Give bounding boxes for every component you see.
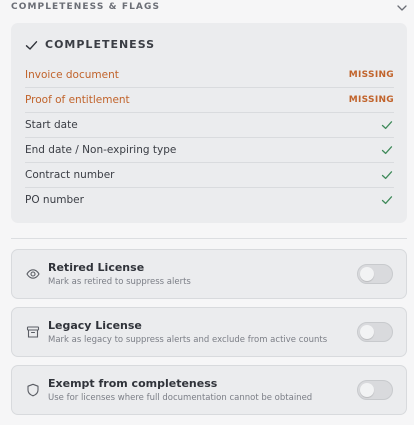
completeness-header: COMPLETENESS xyxy=(25,38,325,54)
row-label: Proof of entitlement xyxy=(25,94,130,106)
row-label: PO number xyxy=(25,194,84,206)
row-label: Contract number xyxy=(25,169,115,181)
row-label: End date / Non-expiring type xyxy=(25,144,177,156)
check-icon xyxy=(381,196,393,205)
completeness-row-contract-number: Contract number xyxy=(25,163,394,188)
completeness-row-end-date: End date / Non-expiring type xyxy=(25,138,394,163)
flag-description: Use for licenses where full documentatio… xyxy=(48,393,313,403)
toggle-knob xyxy=(360,267,374,281)
flag-exempt-from-completeness: Exempt from completeness Use for license… xyxy=(11,365,407,415)
completeness-title: COMPLETENESS xyxy=(45,38,156,51)
chevron-down-icon[interactable] xyxy=(396,2,408,14)
missing-badge: MISSING xyxy=(348,95,394,105)
completeness-row-proof-of-entitlement: Proof of entitlement MISSING xyxy=(25,88,394,113)
section-title: COMPLETENESS & FLAGS xyxy=(11,2,161,12)
check-icon xyxy=(381,146,393,155)
check-icon xyxy=(381,171,393,180)
legacy-license-toggle[interactable] xyxy=(357,322,393,342)
exempt-from-completeness-toggle[interactable] xyxy=(357,380,393,400)
section-header[interactable]: COMPLETENESS & FLAGS xyxy=(0,0,414,16)
archive-icon xyxy=(26,326,40,338)
flag-title: Retired License xyxy=(48,261,145,274)
eye-icon xyxy=(26,269,40,279)
divider xyxy=(11,238,407,239)
missing-badge: MISSING xyxy=(348,70,394,80)
row-label: Invoice document xyxy=(25,69,119,81)
toggle-knob xyxy=(360,325,374,339)
flag-legacy-license: Legacy License Mark as legacy to suppres… xyxy=(11,307,407,357)
flag-retired-license: Retired License Mark as retired to suppr… xyxy=(11,249,407,299)
flag-title: Legacy License xyxy=(48,319,142,332)
flag-description: Mark as retired to suppress alerts xyxy=(48,277,191,287)
completeness-row-po-number: PO number xyxy=(25,188,394,213)
completeness-row-start-date: Start date xyxy=(25,113,394,138)
completeness-card: COMPLETENESS Invoice document MISSING Pr… xyxy=(11,23,407,223)
toggle-knob xyxy=(360,383,374,397)
check-icon xyxy=(25,41,38,50)
retired-license-toggle[interactable] xyxy=(357,264,393,284)
check-icon xyxy=(381,121,393,130)
shield-icon xyxy=(27,383,39,397)
completeness-row-invoice-document: Invoice document MISSING xyxy=(25,63,394,88)
row-label: Start date xyxy=(25,119,78,131)
flag-title: Exempt from completeness xyxy=(48,377,218,390)
flag-description: Mark as legacy to suppress alerts and ex… xyxy=(48,335,328,345)
